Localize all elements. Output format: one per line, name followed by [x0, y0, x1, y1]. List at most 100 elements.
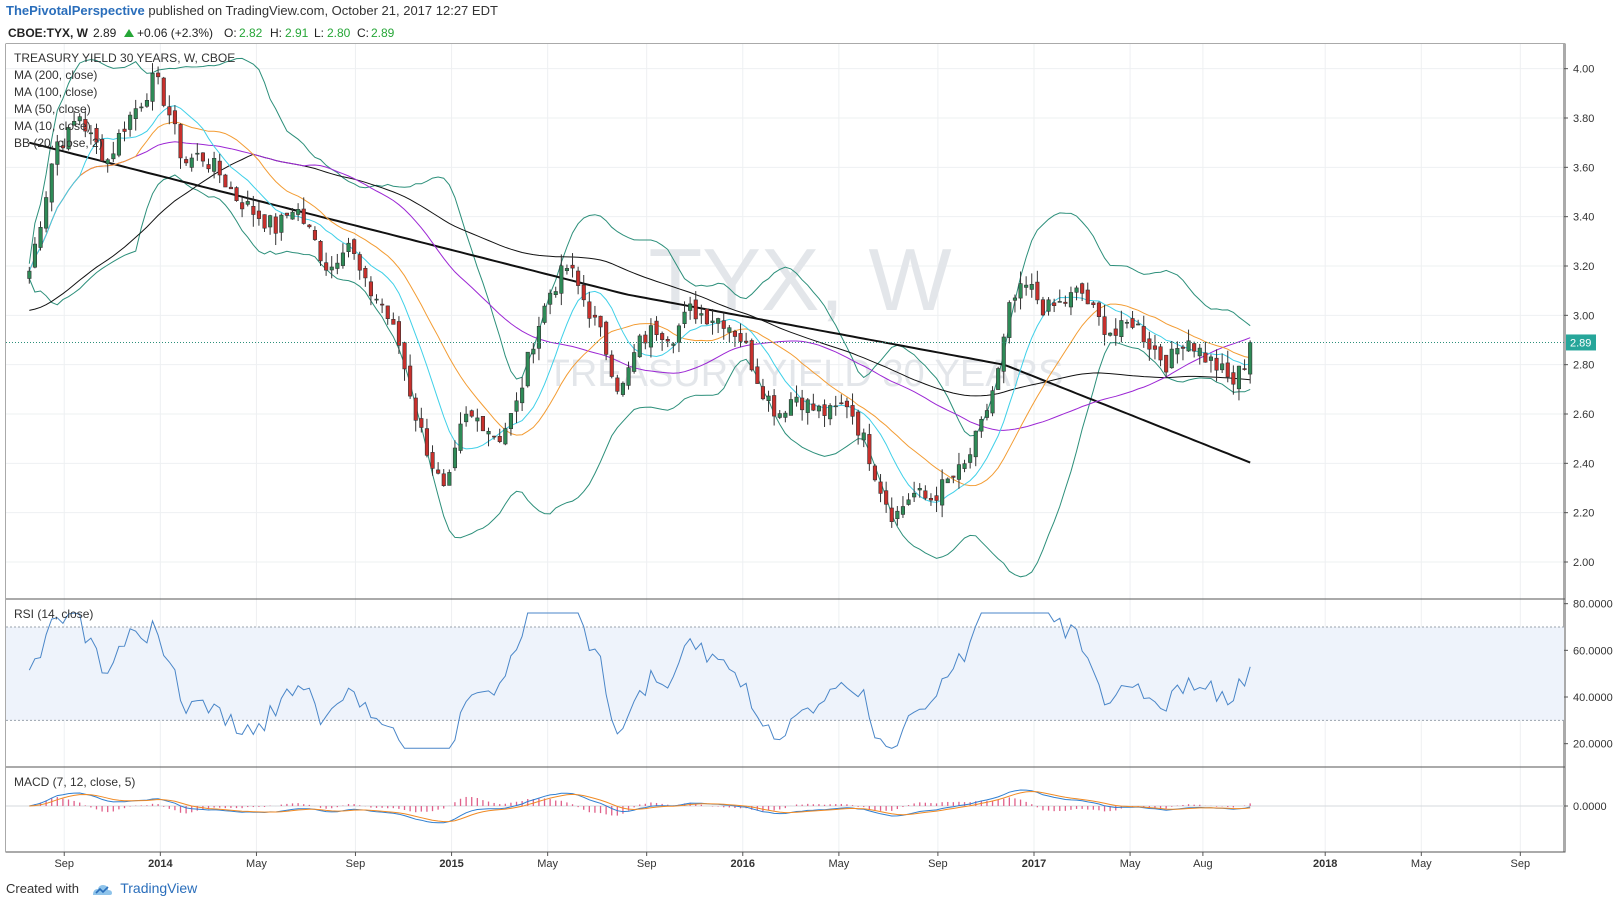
price-tick-label: 2.60	[1573, 409, 1594, 421]
candle-body	[335, 262, 340, 269]
legend-ma100[interactable]: MA (100, close)	[14, 85, 97, 99]
candle-body	[44, 197, 49, 229]
candle-body	[514, 400, 519, 412]
candle-body	[928, 497, 934, 501]
candle-body	[1136, 323, 1141, 326]
candle-body	[1040, 299, 1045, 316]
time-axis[interactable]: Sep 2014 May Sep 2015 May Sep 2016 May Sep 2017 May…	[54, 852, 1530, 870]
candle-body	[144, 100, 149, 107]
candle-body	[1169, 348, 1174, 369]
candle-body	[559, 265, 564, 294]
candle-body	[1024, 284, 1029, 288]
time-tick-label: May	[1120, 858, 1141, 870]
candle-body	[1164, 354, 1169, 373]
time-tick-label: May	[537, 858, 558, 870]
price-tick-label: 3.20	[1573, 261, 1594, 273]
candle-body	[391, 318, 396, 325]
candle-body	[710, 320, 715, 323]
candle-body	[822, 404, 827, 416]
candle-body	[324, 262, 329, 271]
candle-body	[486, 430, 491, 435]
macd-legend[interactable]: MACD (7, 12, close, 5)	[14, 775, 135, 789]
time-tick-label: May	[828, 858, 849, 870]
candle-body	[284, 212, 290, 216]
candle-body	[704, 308, 710, 325]
candle-body	[424, 428, 430, 456]
candle-body	[620, 382, 626, 395]
price-tick-label: 3.40	[1573, 212, 1594, 224]
legend-ma50[interactable]: MA (50, close)	[14, 102, 91, 116]
candle-body	[318, 241, 323, 262]
candle-body	[626, 367, 631, 386]
time-tick-label: Sep	[54, 858, 74, 870]
legend-ma10[interactable]: MA (10, close)	[14, 119, 91, 133]
candle-body	[665, 338, 670, 342]
candle-body	[772, 395, 777, 417]
candle-body	[962, 463, 967, 469]
candle-body	[1063, 301, 1068, 304]
candle-body	[1091, 302, 1096, 305]
candle-body	[189, 157, 194, 168]
candle-body	[1214, 357, 1219, 371]
candle-body	[788, 399, 794, 416]
candle-body	[38, 227, 43, 248]
candle-body	[111, 153, 116, 160]
macd-axis[interactable]: 0.0000	[1564, 801, 1607, 813]
time-tick-label: Sep	[346, 858, 366, 870]
legend-bb[interactable]: BB (20, close, 2)	[14, 136, 103, 150]
candle-body	[178, 124, 183, 159]
candle-body	[1108, 332, 1113, 336]
candle-body	[32, 243, 38, 268]
candle-body	[553, 291, 558, 296]
candle-body	[592, 314, 598, 318]
candle-body	[721, 320, 726, 329]
rsi-legend[interactable]: RSI (14, close)	[14, 607, 93, 621]
price-tick-label: 2.00	[1573, 557, 1594, 569]
candle-body	[1124, 321, 1129, 324]
candle-body	[1074, 287, 1079, 293]
open-label: O:	[224, 26, 237, 40]
symbol-label: CBOE:TYX, W	[8, 26, 89, 40]
legend-title[interactable]: TREASURY YIELD 30 YEARS, W, CBOE	[14, 51, 235, 65]
candle-body	[839, 402, 844, 405]
candle-body	[307, 224, 312, 228]
candle-body	[1248, 342, 1253, 375]
candle-body	[1225, 362, 1230, 378]
candle-body	[1236, 365, 1241, 390]
rsi-axis[interactable]: 80.0000 60.0000 40.0000 20.0000	[1564, 599, 1613, 751]
candle-body	[329, 266, 334, 271]
candle-body	[643, 334, 648, 344]
candle-body	[268, 215, 273, 228]
tradingview-link[interactable]: TradingView	[120, 880, 197, 896]
candle-body	[128, 114, 133, 130]
price-tick-label: 3.60	[1573, 162, 1594, 174]
candle-body	[1085, 289, 1090, 305]
candle-body	[340, 252, 346, 266]
legend-ma200[interactable]: MA (200, close)	[14, 68, 97, 82]
candle-body	[979, 418, 984, 432]
candle-body	[912, 492, 917, 498]
candle-body	[363, 267, 368, 279]
time-tick-label: 2018	[1313, 858, 1337, 870]
chart-area[interactable]: CBOE:TYX, W 2.89 +0.06 (+2.3%) O: 2.82 H…	[0, 0, 1623, 872]
candle-body	[469, 410, 474, 417]
close-label: C:	[357, 26, 369, 40]
candle-body	[749, 340, 754, 371]
candle-body	[693, 299, 698, 320]
time-tick-label: 2015	[439, 858, 463, 870]
price-axis[interactable]: 4.00 3.80 3.60 3.40 3.20 3.00 2.80 2.60 2.40 2.20…	[1564, 64, 1594, 569]
low-value: 2.80	[327, 26, 351, 40]
time-tick-label: May	[246, 858, 267, 870]
candle-body	[497, 435, 502, 442]
candle-body	[1007, 302, 1012, 338]
candle-body	[536, 325, 542, 349]
candle-body	[598, 315, 603, 328]
candle-body	[116, 133, 121, 156]
footer: Created with TradingView	[0, 872, 1623, 904]
candle-body	[884, 490, 889, 505]
time-tick-label: 2014	[148, 858, 173, 870]
candle-body	[564, 268, 570, 271]
candle-body	[1046, 299, 1051, 312]
candle-body	[139, 106, 144, 109]
candle-body	[1147, 338, 1152, 350]
